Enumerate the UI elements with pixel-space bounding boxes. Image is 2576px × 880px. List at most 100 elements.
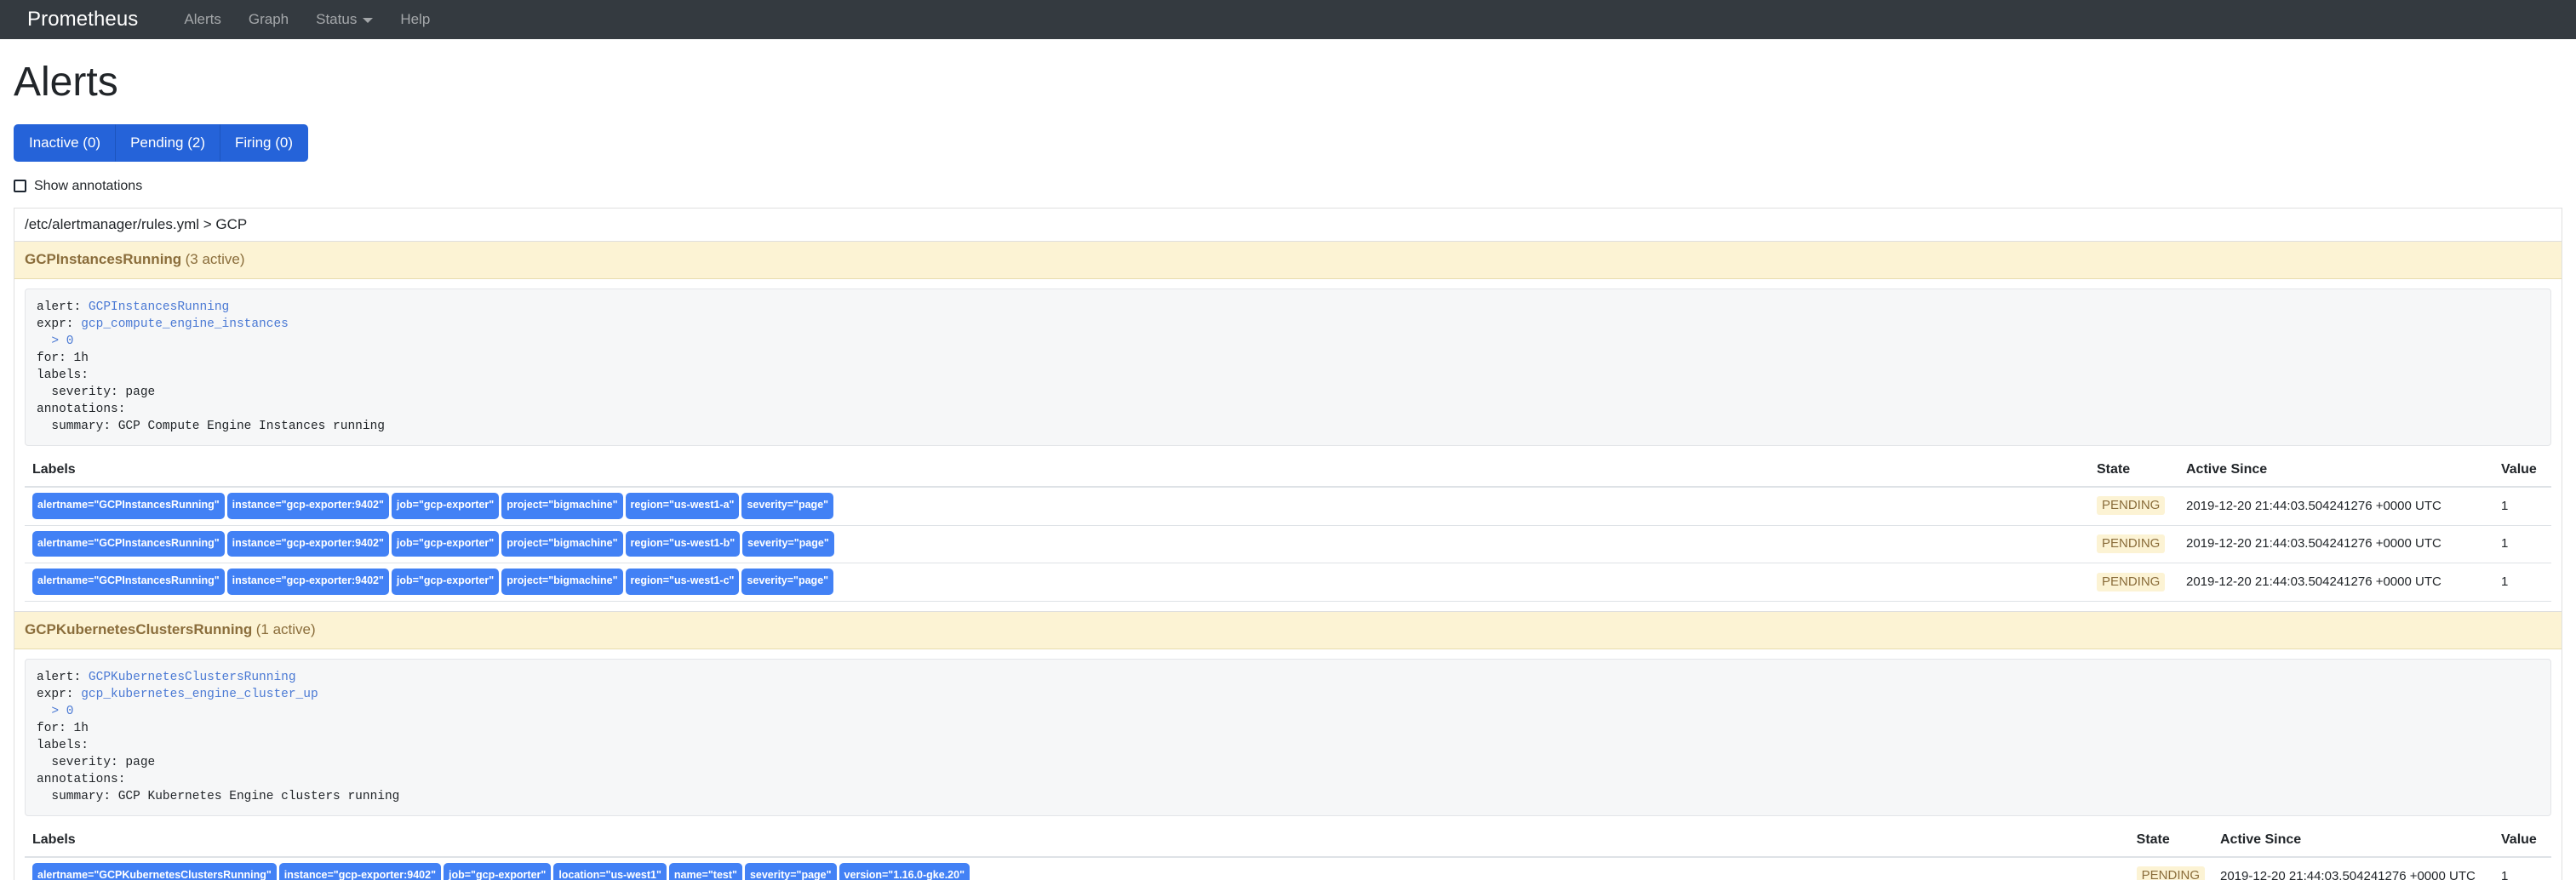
label-badge[interactable]: name="test" xyxy=(668,863,742,880)
label-badge[interactable]: alertname="GCPKubernetesClustersRunning" xyxy=(32,863,277,880)
active-since-cell: 2019-12-20 21:44:03.504241276 +0000 UTC xyxy=(2178,486,2493,526)
label-badge[interactable]: severity="page" xyxy=(742,530,834,557)
value-cell: 1 xyxy=(2493,856,2551,880)
table-row: alertname="GCPInstancesRunning" instance=… xyxy=(25,563,2551,603)
nav-link-status[interactable]: Status xyxy=(302,8,386,31)
alert-group-active-count: (1 active) xyxy=(255,621,316,638)
column-header-labels: Labels xyxy=(25,455,2089,488)
alert-group-header[interactable]: GCPInstancesRunning (3 active) xyxy=(14,241,2562,279)
label-badge[interactable]: instance="gcp-exporter:9402" xyxy=(226,492,389,519)
filter-button-inactive[interactable]: Inactive (0) xyxy=(14,123,117,162)
table-head: Labels State Active Since Value xyxy=(25,455,2551,488)
chevron-down-icon xyxy=(363,17,374,23)
yaml-annotations-summary: summary: GCP Compute Engine Instances ru… xyxy=(37,419,385,433)
filter-button-firing[interactable]: Firing (0) xyxy=(219,123,308,162)
label-badge[interactable]: severity="page" xyxy=(741,492,834,519)
status-badge: PENDING xyxy=(2097,534,2166,553)
show-annotations-checkbox[interactable] xyxy=(14,180,26,193)
table-header-row: Labels State Active Since Value xyxy=(25,826,2551,859)
yaml-for-line: for: 1h xyxy=(37,722,89,736)
yaml-annotations-line: annotations: xyxy=(37,402,126,416)
yaml-expr-continuation: > 0 xyxy=(51,334,74,348)
label-badge[interactable]: job="gcp-exporter" xyxy=(391,530,500,557)
state-cell: PENDING xyxy=(2089,486,2178,526)
active-since-cell: 2019-12-20 21:44:03.504241276 +0000 UTC xyxy=(2212,856,2493,880)
state-cell: PENDING xyxy=(2089,563,2178,603)
filter-button-pending[interactable]: Pending (2) xyxy=(115,123,220,162)
alert-rule-yaml: alert: GCPKubernetesClustersRunning expr… xyxy=(25,659,2551,817)
column-header-state: State xyxy=(2128,826,2212,859)
alert-group-header[interactable]: GCPKubernetesClustersRunning (1 active) xyxy=(14,612,2562,650)
main-navbar: Prometheus Alerts Graph Status Help xyxy=(0,0,2576,39)
status-badge: PENDING xyxy=(2097,496,2166,516)
yaml-expr-key: expr: xyxy=(37,317,82,331)
yaml-alert-value: GCPKubernetesClustersRunning xyxy=(88,671,296,685)
table-header-row: Labels State Active Since Value xyxy=(25,455,2551,488)
yaml-expr-continuation: > 0 xyxy=(51,705,74,719)
label-badge[interactable]: job="gcp-exporter" xyxy=(391,569,500,596)
label-badge[interactable]: project="bigmachine" xyxy=(501,530,623,557)
yaml-alert-key: alert: xyxy=(37,671,89,685)
label-badge[interactable]: job="gcp-exporter" xyxy=(391,492,500,519)
label-badge[interactable]: location="us-west1" xyxy=(553,863,667,880)
label-badge[interactable]: instance="gcp-exporter:9402" xyxy=(226,530,389,557)
yaml-labels-line: labels: xyxy=(37,739,89,753)
label-badge[interactable]: alertname="GCPInstancesRunning" xyxy=(32,569,225,596)
state-cell: PENDING xyxy=(2089,524,2178,564)
labels-cell: alertname="GCPInstancesRunning" instance=… xyxy=(25,563,2089,603)
column-header-labels: Labels xyxy=(25,826,2129,859)
label-badge[interactable]: project="bigmachine" xyxy=(501,492,623,519)
column-header-value: Value xyxy=(2493,455,2551,488)
yaml-expr-indent xyxy=(37,334,51,348)
label-badge[interactable]: instance="gcp-exporter:9402" xyxy=(226,569,389,596)
active-since-cell: 2019-12-20 21:44:03.504241276 +0000 UTC xyxy=(2178,524,2493,564)
label-badge[interactable]: severity="page" xyxy=(744,863,837,880)
yaml-labels-severity: severity: page xyxy=(37,756,156,770)
label-badge[interactable]: alertname="GCPInstancesRunning" xyxy=(32,530,225,557)
yaml-expr-key: expr: xyxy=(37,688,82,702)
nav-links: Alerts Graph Status Help xyxy=(170,8,444,31)
column-header-active-since: Active Since xyxy=(2178,455,2493,488)
column-header-state: State xyxy=(2089,455,2178,488)
label-badge[interactable]: region="us-west1-a" xyxy=(625,492,740,519)
labels-cell: alertname="GCPInstancesRunning" instance=… xyxy=(25,524,2089,564)
brand-prometheus[interactable]: Prometheus xyxy=(27,8,138,31)
table-row: alertname="GCPInstancesRunning" instance=… xyxy=(25,486,2551,526)
label-badge[interactable]: region="us-west1-c" xyxy=(625,569,740,596)
alert-group-gcpkubernetesclustersrunning: GCPKubernetesClustersRunning (1 active) … xyxy=(14,611,2562,880)
table-row: alertname="GCPKubernetesClustersRunning"… xyxy=(25,856,2551,880)
yaml-for-line: for: 1h xyxy=(37,351,89,365)
yaml-annotations-summary: summary: GCP Kubernetes Engine clusters … xyxy=(37,790,400,804)
alert-state-filter-group: Inactive (0) Pending (2) Firing (0) xyxy=(14,123,308,162)
nav-link-graph[interactable]: Graph xyxy=(235,8,302,31)
table-body: alertname="GCPKubernetesClustersRunning"… xyxy=(25,856,2551,880)
page-title: Alerts xyxy=(14,60,118,105)
alert-group-gcpinstancesrunning: GCPInstancesRunning (3 active) alert: GC… xyxy=(14,240,2562,612)
nav-link-alerts[interactable]: Alerts xyxy=(170,8,234,31)
alert-instances-table: Labels State Active Since Value alertnam… xyxy=(25,826,2551,880)
label-badge[interactable]: instance="gcp-exporter:9402" xyxy=(278,863,442,880)
label-badge[interactable]: job="gcp-exporter" xyxy=(444,863,552,880)
label-badge[interactable]: region="us-west1-b" xyxy=(625,530,741,557)
label-badge[interactable]: alertname="GCPInstancesRunning" xyxy=(32,492,225,519)
value-cell: 1 xyxy=(2493,486,2551,526)
value-cell: 1 xyxy=(2493,524,2551,564)
status-badge: PENDING xyxy=(2097,572,2166,591)
label-badge[interactable]: version="1.16.0-gke.20" xyxy=(839,863,970,880)
label-badge[interactable]: severity="page" xyxy=(741,569,834,596)
label-badge[interactable]: project="bigmachine" xyxy=(501,569,623,596)
nav-link-help[interactable]: Help xyxy=(386,8,444,31)
alert-group-active-count: (3 active) xyxy=(185,250,245,267)
state-cell: PENDING xyxy=(2128,856,2212,880)
yaml-expr-value: gcp_kubernetes_engine_cluster_up xyxy=(81,688,318,702)
alert-instances-table: Labels State Active Since Value alertnam… xyxy=(25,455,2551,603)
show-annotations-label[interactable]: Show annotations xyxy=(34,179,142,194)
labels-cell: alertname="GCPInstancesRunning" instance=… xyxy=(25,486,2089,526)
table-row: alertname="GCPInstancesRunning" instance=… xyxy=(25,524,2551,564)
alert-group-name: GCPKubernetesClustersRunning xyxy=(25,621,253,638)
column-header-value: Value xyxy=(2493,826,2551,859)
show-annotations-row: Show annotations xyxy=(14,179,2562,194)
yaml-annotations-line: annotations: xyxy=(37,773,126,787)
yaml-expr-value: gcp_compute_engine_instances xyxy=(81,317,289,331)
table-head: Labels State Active Since Value xyxy=(25,826,2551,859)
